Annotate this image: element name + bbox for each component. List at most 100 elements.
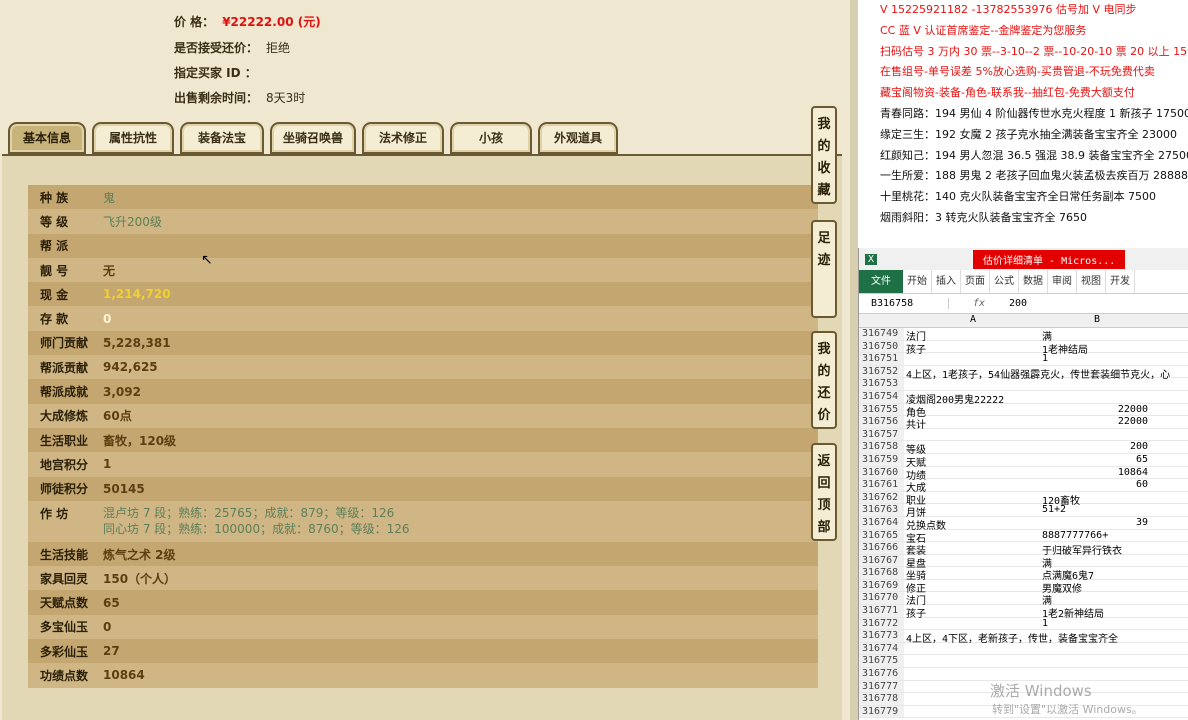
cell-b[interactable]: 8887777766+ (1040, 530, 1152, 542)
cell-b[interactable]: 51+2 (1040, 504, 1152, 516)
cell-a[interactable] (904, 643, 1040, 655)
row-number[interactable]: 316751 (859, 353, 904, 365)
cell-a[interactable]: 星盘 (904, 555, 1040, 570)
row-number[interactable]: 316776 (859, 668, 904, 680)
cell-a[interactable] (904, 429, 1040, 441)
tab-4[interactable]: 法术修正 (362, 122, 444, 154)
cell-b[interactable]: 点满魔6鬼7 (1040, 567, 1152, 582)
tab-5[interactable]: 小孩 (450, 122, 532, 154)
row-number[interactable]: 316768 (859, 567, 904, 579)
cell-b[interactable]: 于归破军异行铁衣 (1040, 542, 1152, 557)
row-number[interactable]: 316752 (859, 365, 904, 378)
row-number[interactable]: 316755 (859, 403, 904, 416)
footprint-button[interactable]: 足迹 (811, 220, 837, 318)
cell-b[interactable]: 200 (1040, 441, 1152, 453)
cell-a[interactable]: 修正 (904, 580, 1040, 595)
fx-icon[interactable]: fx (949, 298, 1009, 309)
cell-a[interactable]: 宝石 (904, 530, 1040, 545)
col-b-header[interactable]: B (1040, 314, 1152, 327)
cell-a[interactable]: 孩子 (904, 605, 1040, 620)
cell-a[interactable]: 孩子 (904, 341, 1040, 356)
row-number[interactable]: 316753 (859, 378, 904, 390)
cell-a[interactable]: 兑换点数 (904, 517, 1040, 532)
row-number[interactable]: 316757 (859, 428, 904, 441)
row-number[interactable]: 316756 (859, 416, 904, 428)
cell-b[interactable]: 10864 (1040, 467, 1152, 479)
row-number[interactable]: 316763 (859, 504, 904, 516)
ribbon-tab-7[interactable]: 视图 (1077, 270, 1106, 293)
cell-b[interactable]: 满 (1040, 555, 1152, 570)
tab-2[interactable]: 装备法宝 (180, 122, 264, 154)
cell-b[interactable]: 1 (1040, 618, 1152, 630)
formula-input[interactable]: 200 (1009, 298, 1027, 309)
row-number[interactable]: 316777 (859, 680, 904, 693)
cell-a[interactable]: 坐骑 (904, 567, 1040, 582)
cell-b[interactable] (1040, 668, 1152, 680)
tab-6[interactable]: 外观道具 (538, 122, 618, 154)
row-number[interactable]: 316773 (859, 630, 904, 642)
row-number[interactable]: 316750 (859, 340, 904, 353)
row-number[interactable]: 316767 (859, 554, 904, 567)
cell-b[interactable]: 22000 (1040, 416, 1152, 428)
name-box[interactable]: B316758 (859, 298, 949, 309)
row-number[interactable]: 316779 (859, 705, 904, 718)
cell-a[interactable]: 法门 (904, 328, 1040, 343)
cell-a[interactable]: 天赋 (904, 454, 1040, 469)
row-number[interactable]: 316764 (859, 516, 904, 529)
row-number[interactable]: 316774 (859, 642, 904, 655)
ribbon-tab-4[interactable]: 公式 (990, 270, 1019, 293)
cell-a[interactable]: 4上区，4下区，老新孩子，传世，装备宝宝齐全 (904, 630, 1118, 645)
cell-b[interactable]: 39 (1040, 517, 1152, 529)
cell-b[interactable] (1040, 378, 1152, 390)
cell-b[interactable]: 60 (1040, 479, 1152, 491)
ribbon-tab-6[interactable]: 审阅 (1048, 270, 1077, 293)
tab-3[interactable]: 坐骑召唤兽 (270, 122, 356, 154)
cell-b[interactable] (1040, 643, 1152, 655)
cell-b[interactable]: 满 (1040, 328, 1152, 343)
favorites-button[interactable]: 我的收藏 (811, 106, 837, 204)
ribbon-tab-5[interactable]: 数据 (1019, 270, 1048, 293)
cell-a[interactable] (904, 655, 1040, 667)
row-number[interactable]: 316758 (859, 441, 904, 453)
cell-a[interactable]: 套装 (904, 542, 1040, 557)
row-number[interactable]: 316765 (859, 529, 904, 542)
cell-b[interactable]: 22000 (1040, 404, 1152, 416)
excel-grid[interactable]: 316749 法门满 316750 孩子 1老神结局 316751 1 316752 4上区，1… (859, 328, 1188, 719)
row-number[interactable]: 316772 (859, 617, 904, 630)
back-to-top-button[interactable]: 返回顶部 (811, 443, 837, 541)
row-number[interactable]: 316759 (859, 453, 904, 466)
row-number[interactable]: 316771 (859, 605, 904, 617)
cell-b[interactable]: 满 (1040, 592, 1152, 607)
col-a-header[interactable]: A (904, 314, 1040, 327)
ribbon-tab-1[interactable]: 开始 (903, 270, 932, 293)
cell-a[interactable] (904, 618, 1040, 630)
cell-b[interactable]: 120畜牧 (1040, 492, 1152, 507)
my-bargain-button[interactable]: 我的还价 (811, 331, 837, 429)
cell-b[interactable]: 1老2新神结局 (1040, 605, 1152, 620)
row-number[interactable]: 316770 (859, 592, 904, 605)
cell-a[interactable]: 4上区，1老孩子，54仙器强霹克火，传世套装细节克火，心 (904, 366, 1170, 381)
tab-1[interactable]: 属性抗性 (92, 122, 174, 154)
row-number[interactable]: 316778 (859, 693, 904, 705)
ribbon-tab-8[interactable]: 开发 (1106, 270, 1135, 293)
cell-b[interactable]: 1老神结局 (1040, 341, 1152, 356)
cell-b[interactable] (1040, 630, 1152, 642)
cell-b[interactable]: 男魔双修 (1040, 580, 1152, 595)
cell-a[interactable]: 凌烟阁200男鬼22222 (904, 391, 1040, 406)
cell-b[interactable] (1040, 655, 1152, 667)
ribbon-tab-0[interactable]: 文件 (859, 270, 903, 293)
ribbon-tab-3[interactable]: 页面 (961, 270, 990, 293)
cell-b[interactable] (1040, 366, 1152, 378)
cell-a[interactable] (904, 353, 1040, 365)
ribbon-tab-2[interactable]: 插入 (932, 270, 961, 293)
tab-0[interactable]: 基本信息 (8, 122, 86, 154)
cell-a[interactable]: 等级 (904, 441, 1040, 456)
cell-a[interactable]: 角色 (904, 404, 1040, 419)
cell-b[interactable]: 1 (1040, 353, 1152, 365)
row-number[interactable]: 316766 (859, 542, 904, 554)
row-number[interactable]: 316754 (859, 390, 904, 403)
row-number[interactable]: 316762 (859, 491, 904, 504)
cell-b[interactable] (1040, 391, 1152, 403)
cell-a[interactable]: 月饼 (904, 504, 1040, 519)
cell-a[interactable] (904, 378, 1040, 390)
